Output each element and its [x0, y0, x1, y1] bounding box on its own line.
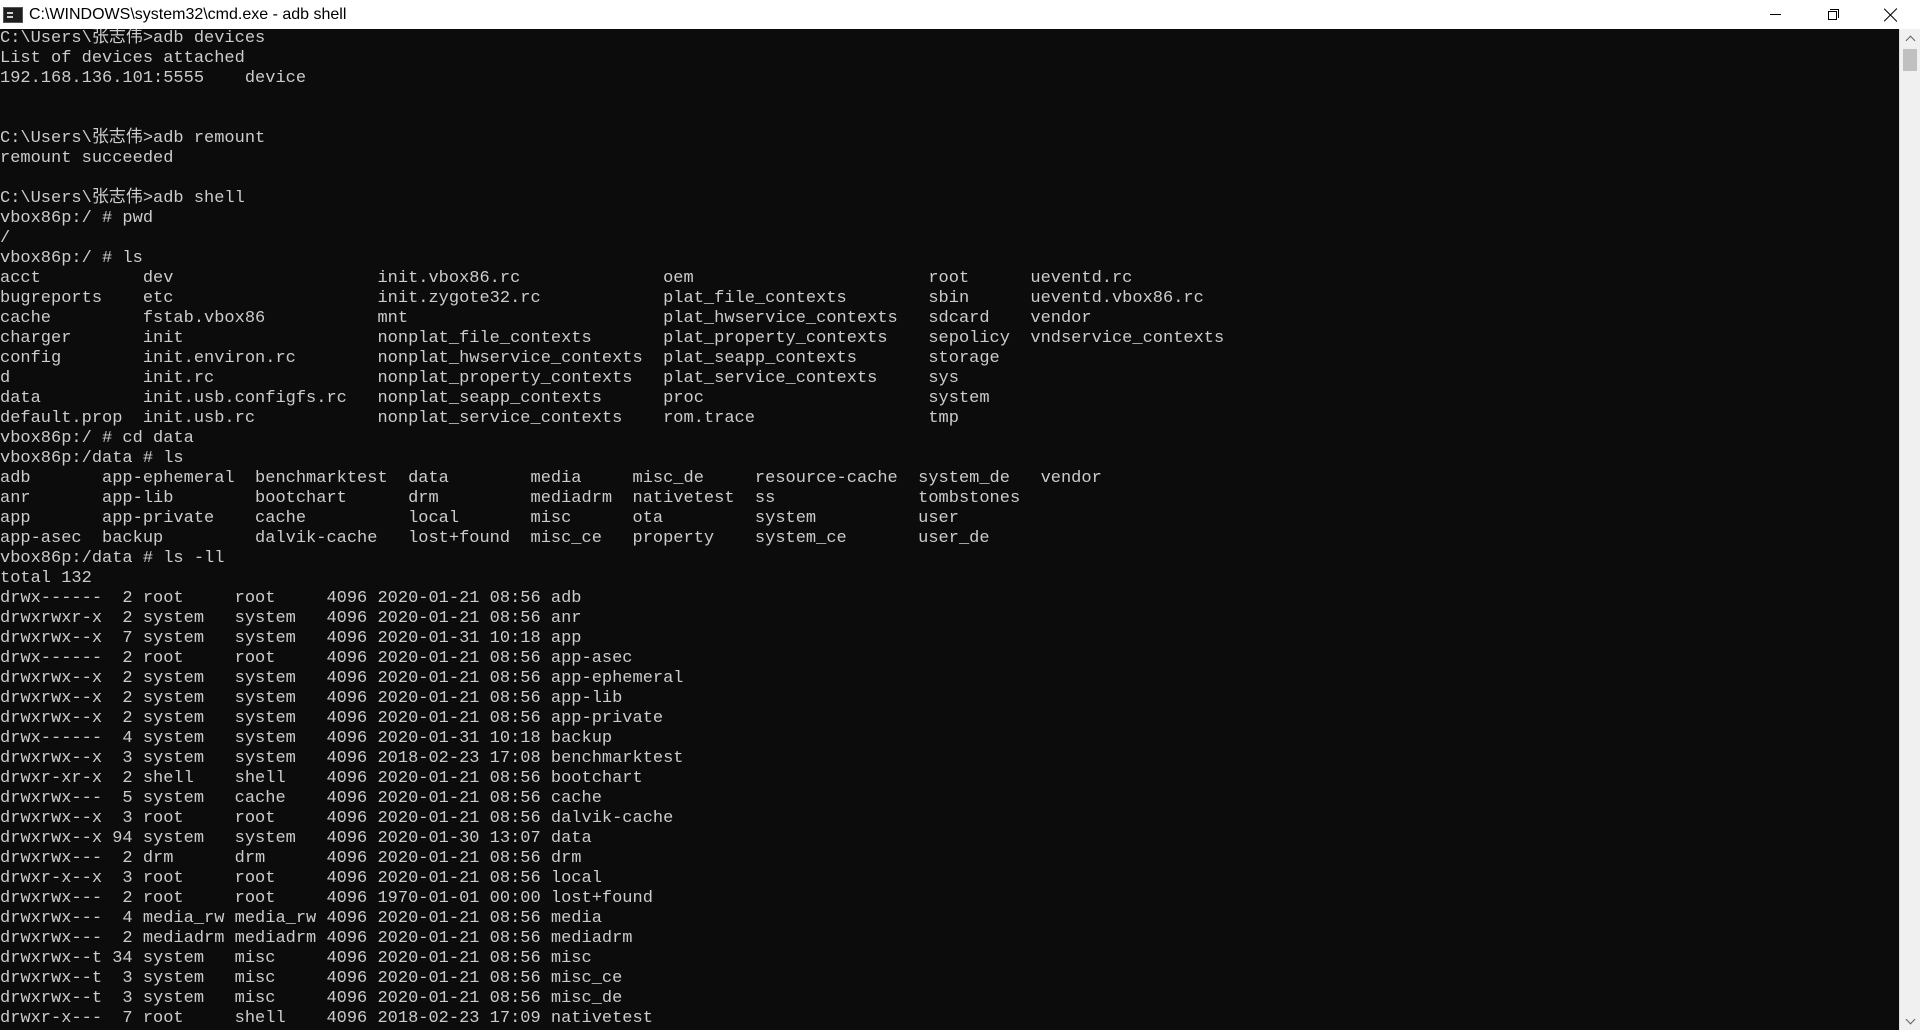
console-line: charger init nonplat_file_contexts plat_… [0, 329, 1225, 348]
console-line: drwxrwx--- 2 drm drm 4096 2020-01-21 08:… [0, 849, 582, 868]
console-line: drwxr-xr-x 2 shell shell 4096 2020-01-21… [0, 769, 643, 788]
scroll-down-button[interactable] [1900, 1012, 1920, 1030]
console-line: drwxrwx--- 2 mediadrm mediadrm 4096 2020… [0, 929, 633, 948]
console-line: drwxrwx--x 3 root root 4096 2020-01-21 0… [0, 809, 674, 828]
console-line: C:\Users\张志伟>adb devices [0, 29, 266, 48]
console-line: drwxr-x--- 7 root shell 4096 2018-02-23 … [0, 1009, 653, 1028]
scroll-thumb[interactable] [1903, 49, 1917, 71]
close-icon [1884, 8, 1898, 22]
console-line: drwxrwx--x 94 system system 4096 2020-01… [0, 829, 592, 848]
console-line: drwxrwx--x 2 system system 4096 2020-01-… [0, 709, 664, 728]
window-title: C:\WINDOWS\system32\cmd.exe - adb shell [29, 5, 347, 23]
cmd-window: C:\WINDOWS\system32\cmd.exe - adb shell … [0, 0, 1920, 1030]
console-line: adb app-ephemeral benchmarktest data med… [0, 469, 1102, 488]
window-controls [1746, 0, 1920, 29]
console-line: cache fstab.vbox86 mnt plat_hwservice_co… [0, 309, 1092, 328]
console-line: C:\Users\张志伟>adb shell [0, 189, 245, 208]
console-line: drwxr-x--x 3 root root 4096 2020-01-21 0… [0, 869, 602, 888]
console-line: drwx------ 2 root root 4096 2020-01-21 0… [0, 649, 633, 668]
console-line: vbox86p:/ # pwd [0, 209, 154, 228]
console-line: List of devices attached [0, 49, 245, 68]
console-line: drwxrwx--- 4 media_rw media_rw 4096 2020… [0, 909, 602, 928]
console-line: drwx------ 4 system system 4096 2020-01-… [0, 729, 613, 748]
console-line: d init.rc nonplat_property_contexts plat… [0, 369, 959, 388]
console-line: bugreports etc init.zygote32.rc plat_fil… [0, 289, 1204, 308]
console-line: drwxrwx--x 2 system system 4096 2020-01-… [0, 689, 623, 708]
scroll-up-button[interactable] [1900, 29, 1920, 47]
restore-icon [1827, 9, 1839, 20]
console-line: C:\Users\张志伟>adb remount [0, 129, 266, 148]
console-line: app-asec backup dalvik-cache lost+found … [0, 529, 990, 548]
close-button[interactable] [1862, 0, 1920, 29]
minimize-button[interactable] [1746, 0, 1804, 29]
console-line: drwxrwx--- 5 system cache 4096 2020-01-2… [0, 789, 602, 808]
console-line: remount succeeded [0, 149, 174, 168]
console-line: drwxrwx--t 34 system misc 4096 2020-01-2… [0, 949, 592, 968]
console-line: app app-private cache local misc ota sys… [0, 509, 959, 528]
console-output[interactable]: C:\Users\张志伟>adb devices List of devices … [0, 29, 1899, 1030]
console-line: total 132 [0, 569, 92, 588]
minimize-icon [1769, 14, 1781, 15]
console-line: acct dev init.vbox86.rc oem root ueventd… [0, 269, 1133, 288]
chevron-down-icon [1905, 1014, 1915, 1024]
console-line: 192.168.136.101:5555 device [0, 69, 307, 88]
console-line: vbox86p:/ # cd data [0, 429, 194, 448]
vertical-scrollbar[interactable] [1899, 29, 1920, 1030]
console-line: config init.environ.rc nonplat_hwservice… [0, 349, 1000, 368]
console-line: drwxrwx--t 3 system misc 4096 2020-01-21… [0, 989, 623, 1008]
cmd-icon[interactable] [3, 6, 23, 23]
console-line: drwxrwx--t 3 system misc 4096 2020-01-21… [0, 969, 623, 988]
console-line: drwxrwxr-x 2 system system 4096 2020-01-… [0, 609, 582, 628]
console-line: drwxrwx--x 2 system system 4096 2020-01-… [0, 669, 684, 688]
chevron-up-icon [1905, 35, 1915, 45]
console-line: drwxrwx--x 3 system system 4096 2018-02-… [0, 749, 684, 768]
console-line: / [0, 229, 11, 248]
restore-button[interactable] [1804, 0, 1862, 29]
console-line: drwx------ 2 root root 4096 2020-01-21 0… [0, 589, 582, 608]
console-line: drwxrwx--x 7 system system 4096 2020-01-… [0, 629, 582, 648]
console-line: vbox86p:/ # ls [0, 249, 143, 268]
console-line: anr app-lib bootchart drm mediadrm nativ… [0, 489, 1021, 508]
console-line: data init.usb.configfs.rc nonplat_seapp_… [0, 389, 990, 408]
console-line: default.prop init.usb.rc nonplat_service… [0, 409, 959, 428]
title-bar[interactable]: C:\WINDOWS\system32\cmd.exe - adb shell [0, 0, 1920, 29]
console-line: vbox86p:/data # ls [0, 449, 184, 468]
console-line: drwxrwx--- 2 root root 4096 1970-01-01 0… [0, 889, 653, 908]
console-line: vbox86p:/data # ls -ll [0, 549, 225, 568]
